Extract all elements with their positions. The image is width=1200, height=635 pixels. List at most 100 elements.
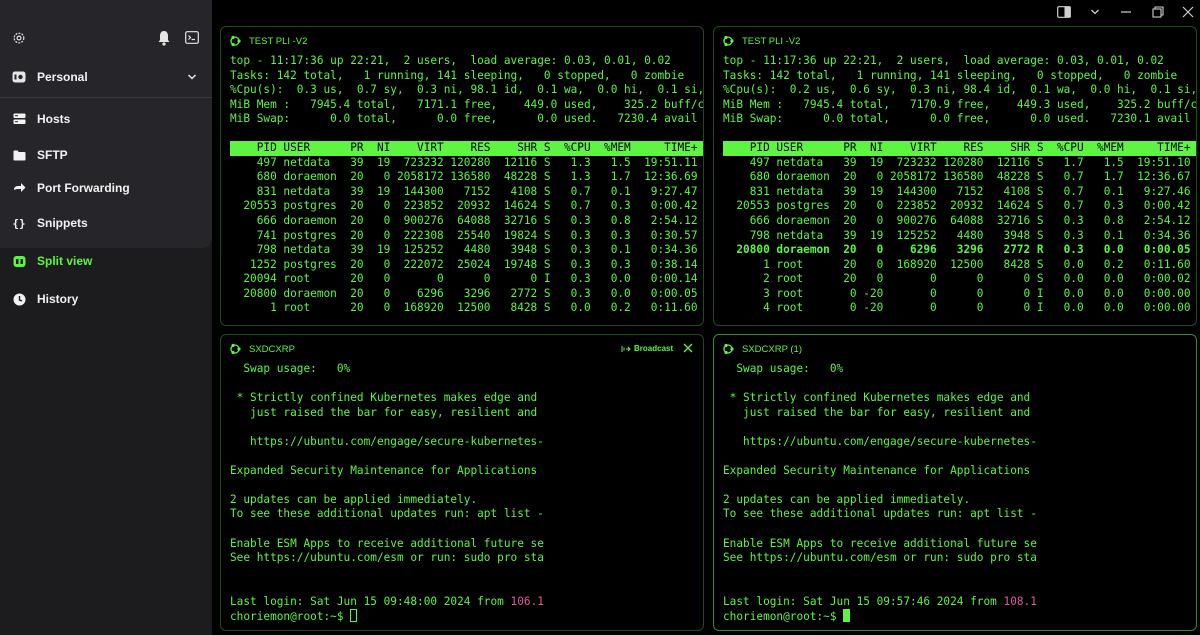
sidebar-item-port-forwarding[interactable]: Port Forwarding bbox=[12, 178, 202, 198]
terminal-line: * Strictly confined Kubernetes makes edg… bbox=[230, 391, 538, 405]
terminal-line: 20094 root 20 0 0 0 0 I 0.3 0.0 0:00.14 bbox=[230, 272, 698, 286]
terminal-line: 2 updates can be applied immediately. bbox=[230, 492, 478, 506]
ubuntu-icon bbox=[230, 35, 241, 47]
chevron-down-icon[interactable] bbox=[187, 72, 197, 82]
sidebar-item-history[interactable]: History bbox=[12, 289, 202, 309]
terminal-line: To see these additional updates run: apt… bbox=[230, 507, 544, 521]
vault-name: Personal bbox=[37, 70, 88, 84]
terminal-line: 666 doraemon 20 0 900276 64088 32716 S 0… bbox=[723, 214, 1191, 228]
close-icon[interactable] bbox=[682, 342, 694, 354]
ubuntu-icon bbox=[723, 35, 734, 47]
split-view-icon bbox=[12, 254, 26, 268]
terminal-pane-top-left[interactable]: TEST PLI -V2 top - 11:17:36 up 22:21, 2 … bbox=[220, 26, 704, 326]
sidebar-item-label: History bbox=[37, 292, 79, 306]
terminal-line: 680 doraemon 20 0 2058172 136580 48228 S… bbox=[230, 170, 698, 184]
broadcast-label: Broadcast bbox=[634, 344, 674, 353]
ubuntu-icon bbox=[723, 343, 734, 355]
minimize-icon[interactable] bbox=[1118, 4, 1134, 20]
terminal-line: MiB Mem : 7945.4 total, 7171.1 free, 449… bbox=[230, 97, 704, 111]
terminal-line: 2 root 20 0 0 0 0 S 0.0 0.0 0:00.02 bbox=[723, 272, 1191, 286]
terminal-icon[interactable] bbox=[185, 31, 199, 44]
terminal-line: Enable ESM Apps to receive additional fu… bbox=[723, 536, 1037, 550]
terminal-line: just raised the bar for easy, resilient … bbox=[723, 405, 1031, 419]
terminal-line: 680 doraemon 20 0 2058172 136580 48228 S… bbox=[723, 170, 1191, 184]
terminal-output[interactable]: top - 11:17:36 up 22:21, 2 users, load a… bbox=[230, 54, 704, 316]
terminal-line: 2 updates can be applied immediately. bbox=[723, 492, 971, 506]
terminal-pane-top-right[interactable]: TEST PLI -V2 top - 11:17:36 up 22:21, 2 … bbox=[713, 26, 1197, 326]
terminal-line: See https://ubuntu.com/esm or run: sudo … bbox=[230, 551, 544, 565]
terminal-line: %Cpu(s): 0.2 us, 0.6 sy, 0.3 ni, 98.4 id… bbox=[723, 83, 1197, 97]
pane-header: TEST PLI -V2 bbox=[722, 33, 800, 49]
terminal-line: See https://ubuntu.com/esm or run: sudo … bbox=[723, 551, 1037, 565]
shell-prompt[interactable]: choriemon@root:~$ bbox=[230, 609, 544, 625]
terminal-line: * Strictly confined Kubernetes makes edg… bbox=[723, 391, 1031, 405]
terminal-line: MiB Swap: 0.0 total, 0.0 free, 0.0 used.… bbox=[723, 112, 1197, 126]
terminal-line: top - 11:17:36 up 22:21, 2 users, load a… bbox=[723, 54, 1164, 67]
terminal-line: Swap usage: 0% bbox=[230, 362, 351, 375]
port-forwarding-icon bbox=[12, 181, 26, 195]
sidebar: Personal Hosts SFTP Port Forwarding {} S… bbox=[0, 0, 212, 635]
folder-icon bbox=[12, 148, 26, 162]
close-icon[interactable] bbox=[1180, 4, 1196, 20]
terminal-line: Last login: Sat Jun 15 09:48:00 2024 fro… bbox=[230, 594, 544, 608]
sidebar-item-sftp[interactable]: SFTP bbox=[12, 145, 202, 165]
terminal-line: https://ubuntu.com/engage/secure-kuberne… bbox=[230, 434, 544, 448]
sidebar-item-hosts[interactable]: Hosts bbox=[12, 109, 202, 129]
ubuntu-icon bbox=[230, 343, 241, 355]
sidebar-item-split-view[interactable]: Split view bbox=[12, 251, 202, 271]
terminal-line: Enable ESM Apps to receive additional fu… bbox=[230, 536, 544, 550]
terminal-line: 20553 postgres 20 0 223852 20932 14624 S… bbox=[230, 199, 698, 213]
terminal-line: %Cpu(s): 0.3 us, 0.7 sy, 0.3 ni, 98.1 id… bbox=[230, 83, 704, 97]
restore-icon[interactable] bbox=[1150, 4, 1166, 20]
terminal-line: 497 netdata 39 19 723232 120280 12116 S … bbox=[230, 155, 698, 169]
terminal-output[interactable]: Swap usage: 0% * Strictly confined Kuber… bbox=[723, 362, 1037, 625]
terminal-line: 798 netdata 39 19 125252 4480 3948 S 0.3… bbox=[230, 243, 698, 257]
terminal-line: 831 netdata 39 19 144300 7152 4108 S 0.7… bbox=[723, 184, 1191, 198]
history-icon bbox=[12, 292, 26, 306]
vault-selector[interactable]: Personal bbox=[12, 68, 212, 86]
terminal-line: 20553 postgres 20 0 223852 20932 14624 S… bbox=[723, 199, 1191, 213]
pane-header: SXDCXRP bbox=[229, 341, 295, 357]
cursor bbox=[350, 609, 358, 623]
terminal-pane-bottom-right[interactable]: SXDCXRP (1) Swap usage: 0% * Strictly co… bbox=[713, 334, 1197, 631]
broadcast-icon bbox=[621, 345, 631, 352]
sidebar-divider bbox=[0, 97, 212, 98]
pane-title: TEST PLI -V2 bbox=[742, 35, 801, 47]
terminal-line: https://ubuntu.com/engage/secure-kuberne… bbox=[723, 434, 1037, 448]
terminal-line: To see these additional updates run: apt… bbox=[723, 507, 1037, 521]
terminal-output[interactable]: Swap usage: 0% * Strictly confined Kuber… bbox=[230, 362, 544, 625]
terminal-output[interactable]: top - 11:17:36 up 22:21, 2 users, load a… bbox=[723, 54, 1197, 316]
sidebar-item-snippets[interactable]: {} Snippets bbox=[12, 213, 202, 233]
terminal-line: 666 doraemon 20 0 900276 64088 32716 S 0… bbox=[230, 214, 698, 228]
sidebar-item-label: SFTP bbox=[37, 148, 68, 162]
shell-prompt[interactable]: choriemon@root:~$ bbox=[723, 609, 1037, 625]
sidebar-bottom bbox=[0, 276, 212, 635]
terminal-line: 1 root 20 0 168920 12500 8428 S 0.0 0.2 … bbox=[723, 257, 1191, 271]
bell-icon[interactable] bbox=[157, 30, 171, 46]
terminal-line: 798 netdata 39 19 125252 4480 3948 S 0.3… bbox=[723, 228, 1191, 242]
sidebar-item-label: Port Forwarding bbox=[37, 181, 130, 195]
terminal-line: Last login: Sat Jun 15 09:57:46 2024 fro… bbox=[723, 594, 1037, 608]
layout-toggle-icon[interactable] bbox=[1056, 4, 1072, 20]
gear-icon[interactable] bbox=[12, 31, 26, 45]
terminal-line: Tasks: 142 total, 1 running, 141 sleepin… bbox=[723, 68, 1178, 82]
terminal-line: 1252 postgres 20 0 222072 25024 19748 S … bbox=[230, 257, 698, 271]
chevron-down-icon[interactable] bbox=[1087, 4, 1103, 20]
terminal-line: Tasks: 142 total, 1 running, 141 sleepin… bbox=[230, 68, 685, 82]
terminal-line: 831 netdata 39 19 144300 7152 4108 S 0.7… bbox=[230, 184, 698, 198]
sidebar-item-label: Hosts bbox=[37, 112, 71, 126]
broadcast-button[interactable]: Broadcast bbox=[621, 344, 673, 353]
pane-title: SXDCXRP bbox=[249, 343, 295, 355]
terminal-line: Expanded Security Maintenance for Applic… bbox=[230, 463, 538, 477]
terminal-pane-bottom-left[interactable]: SXDCXRP Broadcast Swap usage: 0% * Stric… bbox=[220, 334, 704, 631]
